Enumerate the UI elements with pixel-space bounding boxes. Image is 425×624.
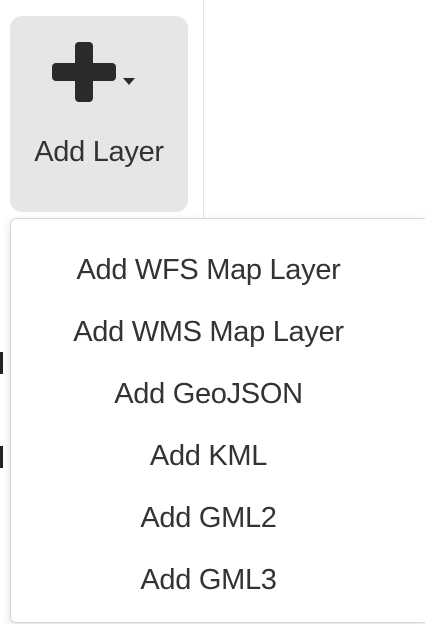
menu-item-add-gml3[interactable]: Add GML3 <box>11 549 406 611</box>
menu-item-add-gml2[interactable]: Add GML2 <box>11 487 406 549</box>
menu-item-add-kml[interactable]: Add KML <box>11 425 406 487</box>
plus-icon <box>52 42 116 102</box>
add-layer-dropdown-menu: Add WFS Map Layer Add WMS Map Layer Add … <box>10 218 425 623</box>
background-edge-mark <box>0 352 3 374</box>
add-layer-button[interactable]: Add Layer <box>10 16 188 212</box>
layer-toolbar-screen: Add Layer Add WFS Map Layer Add WMS Map … <box>0 0 425 624</box>
caret-down-icon <box>123 78 135 85</box>
menu-item-add-wfs-map-layer[interactable]: Add WFS Map Layer <box>11 239 406 301</box>
menu-item-add-geojson[interactable]: Add GeoJSON <box>11 363 406 425</box>
menu-item-add-wms-map-layer[interactable]: Add WMS Map Layer <box>11 301 406 363</box>
background-edge-mark <box>0 446 3 468</box>
add-layer-label: Add Layer <box>34 136 164 168</box>
